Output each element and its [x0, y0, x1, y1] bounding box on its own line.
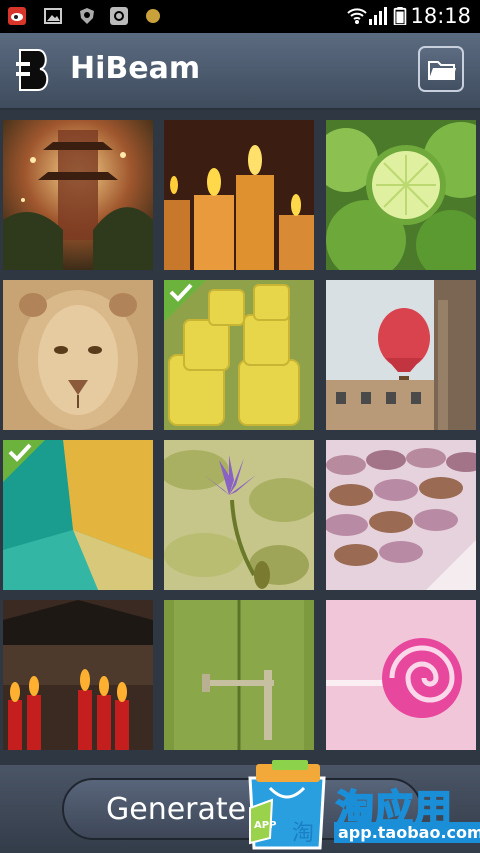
gallery-tile-green-door[interactable]	[164, 600, 314, 750]
gallery-tile-water-lily[interactable]	[164, 440, 314, 590]
watermark-url: app.taobao.com	[334, 822, 480, 843]
photo-water-lily	[164, 440, 314, 590]
app-title: HiBeam	[70, 51, 201, 86]
status-bar: 18:18	[0, 0, 480, 33]
photo-lion	[3, 280, 153, 430]
photo-lollipop	[326, 600, 476, 750]
bag-char: 淘	[292, 821, 314, 846]
gallery-tile-lollipop[interactable]	[326, 600, 476, 750]
signal-icon	[369, 7, 387, 25]
folder-icon	[428, 61, 456, 80]
sync-icon	[110, 7, 128, 25]
photo-hot-air-balloon	[326, 280, 476, 430]
app-logo-icon	[16, 49, 49, 91]
gallery-tile-hot-air-balloon[interactable]	[326, 280, 476, 430]
battery-icon	[393, 7, 407, 25]
app-bar: HiBeam	[0, 33, 480, 110]
gallery-icon	[44, 8, 62, 24]
checkmark-icon	[169, 283, 193, 302]
image-grid	[0, 110, 480, 765]
photo-green-door	[164, 600, 314, 750]
coin-icon	[146, 9, 160, 23]
gallery-tile-temple-lights[interactable]	[3, 120, 153, 270]
gallery-tile-yellow-glasses[interactable]	[164, 280, 314, 430]
gallery-tile-limes[interactable]	[326, 120, 476, 270]
weibo-icon	[8, 7, 26, 25]
photo-candles	[164, 120, 314, 270]
gallery-tile-candles[interactable]	[164, 120, 314, 270]
wifi-icon	[347, 8, 367, 24]
generate-button-label: Generate	[106, 792, 247, 827]
status-time: 18:18	[410, 4, 471, 28]
folder-button[interactable]	[418, 46, 464, 92]
photo-limes	[326, 120, 476, 270]
photo-temple-lights	[3, 120, 153, 270]
photo-macarons	[326, 440, 476, 590]
checkmark-icon	[8, 443, 32, 462]
gallery-tile-lion[interactable]	[3, 280, 153, 430]
taobao-app-watermark: APP 淘 淘应用 app.taobao.com	[242, 758, 480, 853]
bag-label: APP	[254, 820, 276, 831]
shield-icon	[80, 8, 94, 24]
photo-red-candles-temple	[3, 600, 153, 750]
gallery-tile-red-candles-temple[interactable]	[3, 600, 153, 750]
gallery-tile-abstract-teal-yellow[interactable]	[3, 440, 153, 590]
gallery-tile-macarons[interactable]	[326, 440, 476, 590]
